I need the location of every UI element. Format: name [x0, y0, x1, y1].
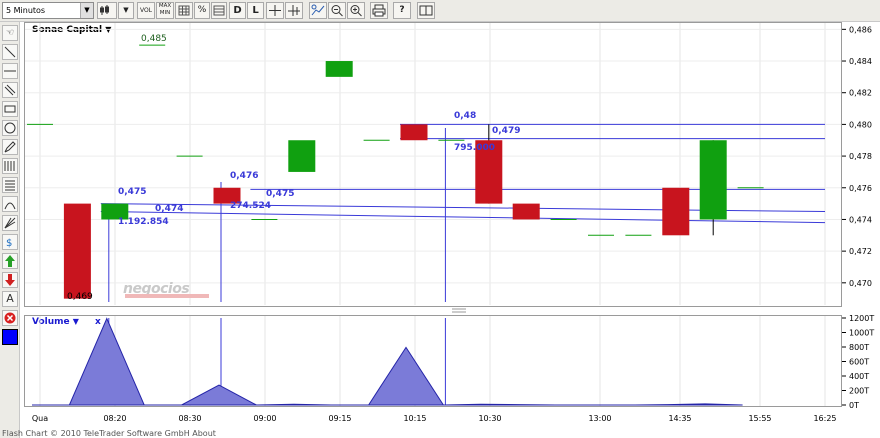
x-tick-label: 14:35 — [668, 414, 691, 423]
volume-value-label: 274.524 — [230, 201, 271, 211]
candle-body — [400, 124, 428, 141]
price-y-tick-label: 0,480 — [849, 120, 872, 129]
candle-body — [512, 203, 540, 220]
x-tick-label: 16:25 — [813, 414, 836, 423]
price-y-tick-label: 0,474 — [849, 215, 872, 224]
volume-y-tick-label: 200T — [849, 387, 869, 396]
x-tick-label: 09:15 — [328, 414, 351, 423]
x-tick-label: 15:55 — [748, 414, 771, 423]
price-value-label: 0,485 — [141, 34, 167, 44]
x-tick-label: 10:15 — [403, 414, 426, 423]
price-value-label: 0,469 — [67, 292, 93, 302]
volume-y-tick-label: 1000T — [849, 329, 874, 338]
x-tick-label: Qua — [32, 414, 48, 423]
volume-y-tick-label: 1200T — [849, 314, 874, 323]
price-y-tick-label: 0,476 — [849, 184, 872, 193]
price-value-label: 0,475 — [266, 189, 294, 199]
price-value-label: 0,475 — [118, 187, 146, 197]
candle-body — [699, 140, 727, 220]
footer-copyright[interactable]: Flash Chart © 2010 TeleTrader Software G… — [2, 429, 216, 438]
price-y-tick-label: 0,484 — [849, 57, 872, 66]
price-value-label: 0,48 — [454, 111, 476, 121]
candle-body — [662, 187, 690, 236]
x-tick-label: 10:30 — [478, 414, 501, 423]
volume-y-tick-label: 600T — [849, 358, 869, 367]
price-y-tick-label: 0,486 — [849, 25, 872, 34]
negocios-logo-bar — [125, 294, 209, 298]
chart-app: 5 Minutos ▼ ▼ VOL MAX MIN % D L ? ☜ $ A … — [0, 0, 880, 438]
negocios-logo: negocios — [123, 281, 209, 299]
volume-y-tick-label: 800T — [849, 343, 869, 352]
price-value-label: 0,476 — [230, 171, 258, 181]
volume-value-label: 795.000 — [454, 143, 495, 153]
volume-y-tick-label: 400T — [849, 372, 869, 381]
x-tick-label: 08:30 — [178, 414, 201, 423]
volume-value-label: 1.192.854 — [118, 217, 169, 227]
x-tick-label: 13:00 — [588, 414, 611, 423]
candle-body — [325, 61, 353, 77]
x-tick-label: 08:20 — [103, 414, 126, 423]
price-value-label: 0,474 — [155, 204, 183, 214]
price-y-tick-label: 0,482 — [849, 89, 872, 98]
price-y-tick-label: 0,470 — [849, 279, 872, 288]
candle-body — [63, 203, 91, 299]
volume-y-tick-label: 0T — [849, 401, 859, 410]
x-tick-label: 09:00 — [253, 414, 276, 423]
chart-canvas: 0,485 0,469 0,475 0,474 0,476 0,475 0,48 0,479 1… — [25, 23, 874, 423]
volume-area — [32, 317, 743, 406]
price-y-tick-label: 0,478 — [849, 152, 872, 161]
candle-body — [288, 140, 316, 172]
price-value-label: 0,479 — [492, 126, 520, 136]
price-y-tick-label: 0,472 — [849, 247, 872, 256]
